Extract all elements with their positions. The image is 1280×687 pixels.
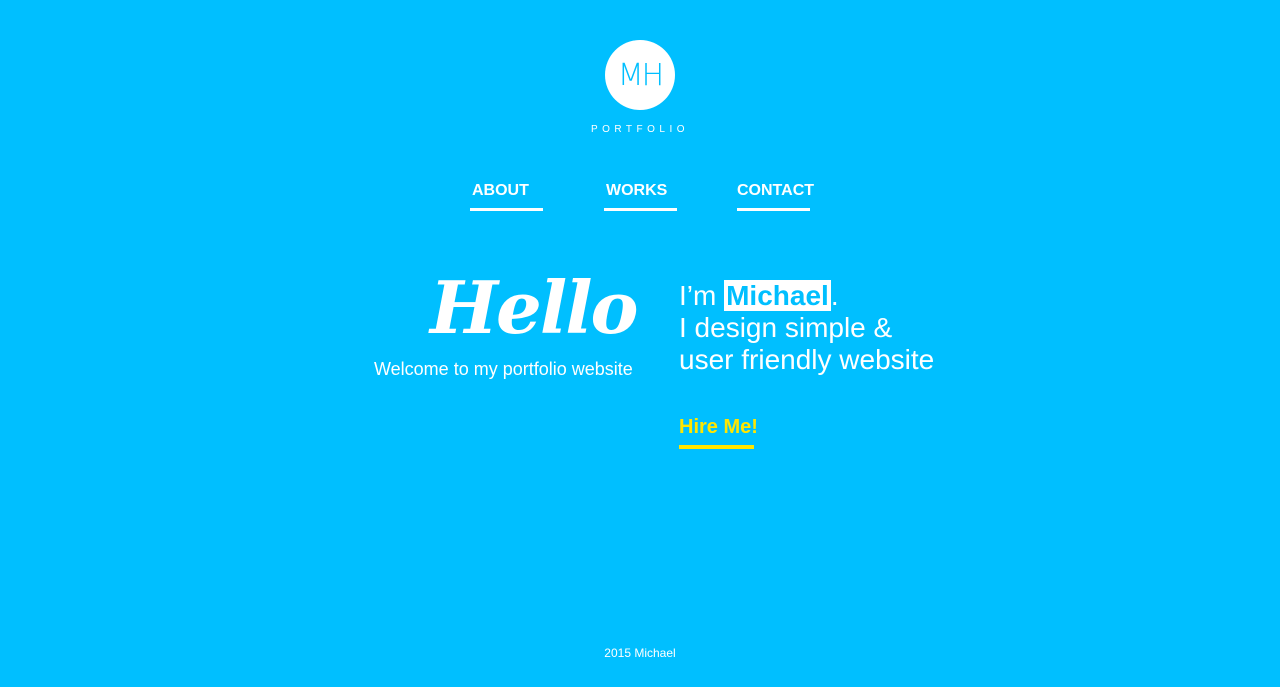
nav-about[interactable]: ABOUT <box>470 182 543 211</box>
intro-text: I’m Michael. I design simple & user frie… <box>679 280 934 376</box>
nav-contact[interactable]: CONTACT <box>737 182 814 211</box>
hello-heading: Hello <box>430 265 639 350</box>
hire-me-underline <box>679 445 754 449</box>
nav-works-label: WORKS <box>606 182 668 199</box>
logo-subtitle: PORTFOLIO <box>590 124 690 135</box>
nav-underline <box>737 208 810 211</box>
name-suffix: . <box>830 280 839 311</box>
logo[interactable]: MH <box>605 40 675 110</box>
intro-line-2: I design simple & <box>679 312 893 343</box>
hire-me-label: Hire Me! <box>679 416 758 438</box>
intro-prefix: I’m <box>679 280 717 311</box>
nav-contact-label: CONTACT <box>737 182 815 199</box>
hire-me-link[interactable]: Hire Me! <box>679 416 758 449</box>
footer-text: 2015 Michael <box>604 646 676 660</box>
nav-about-label: ABOUT <box>472 182 529 199</box>
intro-line-3: user friendly website <box>679 344 935 375</box>
name-highlight: Michael <box>724 280 831 311</box>
nav-underline <box>604 208 677 211</box>
welcome-text: Welcome to my portfolio website <box>374 359 633 379</box>
nav-works[interactable]: WORKS <box>604 182 677 211</box>
logo-initials: MH <box>617 57 664 93</box>
nav-underline <box>470 208 543 211</box>
